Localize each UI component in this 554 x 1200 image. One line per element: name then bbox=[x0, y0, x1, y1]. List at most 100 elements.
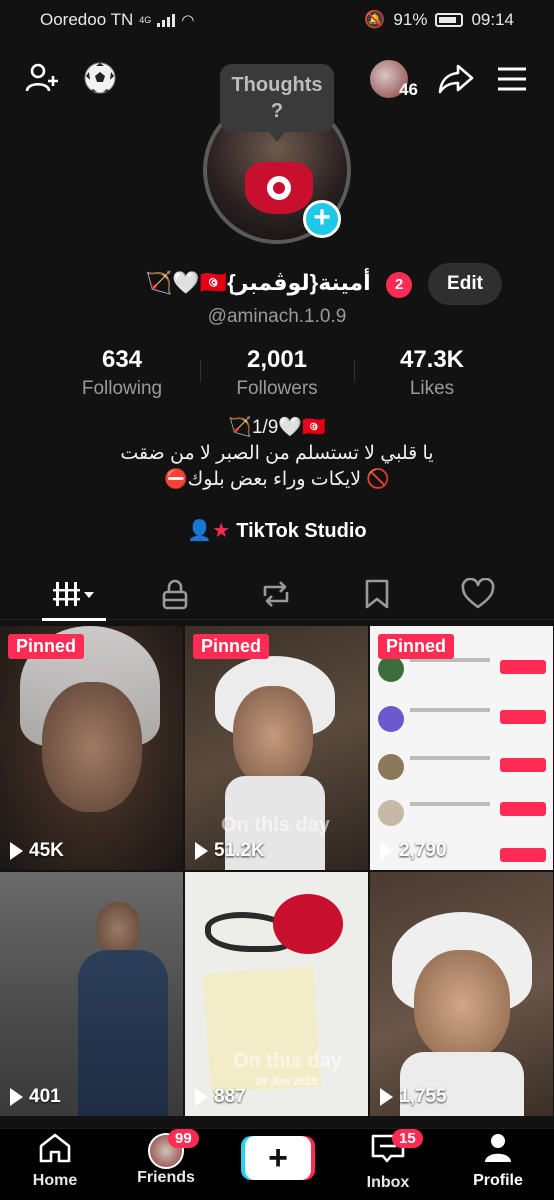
status-bar: Ooredoo TN 4G ◠ 🔕 91% 09:14 bbox=[0, 0, 554, 40]
battery-icon bbox=[435, 13, 464, 27]
lock-icon bbox=[162, 579, 188, 610]
play-icon bbox=[380, 842, 393, 860]
video-thumbnail[interactable]: 401 bbox=[0, 872, 183, 1116]
play-icon bbox=[10, 842, 23, 860]
share-icon bbox=[438, 64, 474, 94]
tab-videos[interactable] bbox=[24, 572, 124, 616]
bio-line: 🏹1/9🤍🇹🇳 bbox=[228, 417, 326, 438]
view-count-text: 51.2K bbox=[214, 840, 265, 861]
share-button[interactable] bbox=[436, 59, 476, 99]
profile-stats: 634 Following 2,001 Followers 47.3K Like… bbox=[0, 346, 554, 406]
likes-stat[interactable]: 47.3K Likes bbox=[347, 346, 517, 400]
soccer-ball-button[interactable] bbox=[80, 58, 120, 98]
on-this-day-date: 28 Jun 2025 bbox=[255, 1076, 318, 1088]
content-tabs bbox=[0, 572, 554, 620]
nav-inbox[interactable]: Inbox bbox=[338, 1133, 438, 1192]
view-count-text: 887 bbox=[214, 1086, 246, 1107]
play-icon bbox=[195, 1088, 208, 1106]
note-paper bbox=[202, 966, 322, 1094]
tab-liked[interactable] bbox=[428, 572, 528, 616]
pinned-badge: Pinned bbox=[378, 634, 455, 659]
video-thumbnail[interactable]: Pinned 2,790 bbox=[370, 626, 553, 870]
edit-profile-button[interactable]: Edit bbox=[428, 263, 502, 305]
follow-back-chip bbox=[500, 710, 546, 724]
view-count: 45K bbox=[10, 840, 64, 862]
nav-friends[interactable]: Friends bbox=[116, 1133, 216, 1187]
pinned-badge: Pinned bbox=[8, 634, 85, 659]
view-count: 2,790 bbox=[380, 840, 447, 862]
face-shape bbox=[96, 902, 140, 956]
video-thumbnail[interactable]: On this day Pinned 51.2K bbox=[185, 626, 368, 870]
view-count: 887 bbox=[195, 1086, 246, 1108]
list-avatar bbox=[378, 656, 404, 682]
play-icon bbox=[380, 1088, 393, 1106]
friends-badge: 99 bbox=[168, 1129, 199, 1148]
list-avatar bbox=[378, 800, 404, 826]
heart-icon bbox=[461, 578, 495, 609]
on-this-day-overlay: On this day bbox=[233, 1050, 342, 1072]
tab-private[interactable] bbox=[125, 572, 225, 616]
suit-shape bbox=[78, 950, 168, 1116]
video-thumbnail[interactable]: Pinned 45K bbox=[0, 626, 183, 870]
username-handle: @aminach.1.0.9 bbox=[207, 306, 347, 327]
profile-icon bbox=[485, 1134, 511, 1162]
video-grid: Pinned 45K On this day Pinned 51.2K Pinn… bbox=[0, 626, 554, 1120]
soccer-ball-icon bbox=[84, 62, 116, 94]
carrier-name: Ooredoo TN bbox=[40, 10, 134, 29]
name-badge: 2 bbox=[386, 272, 412, 298]
inbox-badge: 15 bbox=[392, 1129, 423, 1148]
following-stat[interactable]: 634 Following bbox=[37, 346, 207, 400]
follow-back-chip bbox=[500, 848, 546, 862]
thoughts-bubble[interactable]: Thoughts ? bbox=[220, 64, 334, 142]
likes-label: Likes bbox=[409, 378, 455, 399]
home-icon bbox=[39, 1133, 71, 1163]
text-line bbox=[410, 708, 490, 712]
tab-reposts[interactable] bbox=[226, 572, 326, 616]
view-count-text: 45K bbox=[29, 840, 64, 861]
video-thumbnail[interactable]: 1,755 bbox=[370, 872, 553, 1116]
following-label: Following bbox=[81, 378, 163, 399]
tab-favorites[interactable] bbox=[327, 572, 427, 616]
video-thumbnail[interactable]: On this day 28 Jun 2025 887 bbox=[185, 872, 368, 1116]
menu-button[interactable] bbox=[492, 59, 532, 99]
face-shape bbox=[233, 686, 313, 786]
follow-back-chip bbox=[500, 758, 546, 772]
nav-profile[interactable]: Profile bbox=[448, 1133, 548, 1190]
list-avatar bbox=[378, 706, 404, 732]
stat-divider bbox=[200, 360, 201, 382]
play-icon bbox=[10, 1088, 23, 1106]
network-type: 4G bbox=[139, 15, 152, 25]
hamburger-menu-icon bbox=[498, 67, 526, 91]
create-video-button[interactable]: + bbox=[245, 1136, 311, 1180]
thoughts-title: Thoughts bbox=[231, 74, 323, 96]
pinned-badge: Pinned bbox=[193, 634, 270, 659]
add-user-icon bbox=[25, 63, 58, 92]
bookmark-icon bbox=[365, 579, 389, 609]
followers-label: Followers bbox=[236, 378, 318, 399]
on-this-day-overlay: On this day bbox=[221, 814, 330, 836]
nav-home[interactable]: Home bbox=[5, 1133, 105, 1190]
active-tab-indicator bbox=[42, 618, 106, 621]
stat-divider bbox=[354, 360, 355, 382]
profile-bio: 🏹1/9🤍🇹🇳 يا قلبي لا تستسلم من الصبر لا من… bbox=[0, 415, 554, 493]
following-count: 634 bbox=[101, 346, 143, 373]
text-line bbox=[410, 756, 490, 760]
list-avatar bbox=[378, 754, 404, 780]
display-name: 🏹🤍🇹🇳{لوڤمبر}أمينة bbox=[145, 270, 371, 295]
wifi-icon: ◠ bbox=[181, 12, 195, 29]
likes-count: 47.3K bbox=[399, 346, 465, 373]
story-avatar-button[interactable]: 46 bbox=[368, 58, 418, 100]
play-icon bbox=[195, 842, 208, 860]
nav-profile-label: Profile bbox=[473, 1172, 523, 1189]
signal-icon bbox=[157, 13, 176, 27]
studio-label: TikTok Studio bbox=[236, 520, 367, 542]
add-friend-button[interactable] bbox=[22, 58, 62, 98]
add-story-button[interactable]: + bbox=[303, 200, 341, 238]
view-count: 1,755 bbox=[380, 1086, 447, 1108]
follow-back-chip bbox=[500, 802, 546, 816]
view-count-text: 1,755 bbox=[399, 1086, 447, 1107]
followers-stat[interactable]: 2,001 Followers bbox=[192, 346, 362, 400]
tiktok-studio-link[interactable]: 👤★ TikTok Studio bbox=[0, 518, 554, 543]
videos-grid-icon bbox=[53, 582, 94, 606]
clock: 09:14 bbox=[471, 10, 514, 29]
